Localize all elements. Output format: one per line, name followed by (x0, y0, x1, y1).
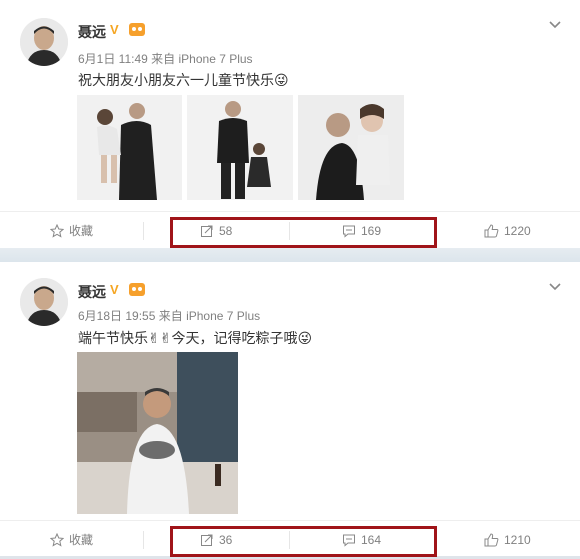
post-date[interactable]: 6月1日 11:49 (78, 52, 148, 66)
highlight-box (170, 526, 437, 557)
post-text: 端午节快乐✌✌今天，记得吃粽子哦😜 (78, 330, 313, 346)
divider (143, 531, 144, 549)
avatar[interactable] (20, 278, 68, 326)
post-card: 聂远 V 6月18日 19:55 来自 iPhone 7 Plus 端午节快乐✌… (0, 262, 580, 559)
post-photo[interactable] (77, 352, 238, 514)
post-source: 来自 iPhone 7 Plus (158, 309, 261, 323)
favorite-label: 收藏 (69, 224, 94, 238)
post-separator (0, 248, 580, 262)
post-meta: 6月1日 11:49 来自 iPhone 7 Plus (78, 50, 253, 67)
user-name[interactable]: 聂远 (78, 282, 106, 302)
star-icon (50, 224, 64, 238)
favorite-label: 收藏 (69, 533, 94, 547)
like-count: 1210 (504, 533, 531, 547)
thumbs-up-icon (484, 224, 499, 238)
like-button[interactable]: 1210 (484, 521, 531, 559)
post-source: 来自 iPhone 7 Plus (151, 52, 253, 66)
like-button[interactable]: 1220 (484, 212, 531, 250)
member-badge-icon (129, 283, 145, 296)
post-meta: 6月18日 19:55 来自 iPhone 7 Plus (78, 307, 260, 324)
chevron-down-icon[interactable] (548, 280, 562, 294)
avatar[interactable] (20, 18, 68, 66)
star-icon (50, 533, 64, 547)
chevron-down-icon[interactable] (548, 18, 562, 32)
verified-icon: V (110, 22, 119, 37)
action-bar: 收藏 36 164 1210 (0, 520, 580, 559)
post-photo[interactable] (298, 95, 404, 200)
member-badge-icon (129, 23, 145, 36)
post-card: 聂远 V 6月1日 11:49 来自 iPhone 7 Plus 祝大朋友小朋友… (0, 0, 580, 248)
action-bar: 收藏 58 169 1220 (0, 211, 580, 250)
post-date[interactable]: 6月18日 19:55 (78, 309, 155, 323)
divider (143, 222, 144, 240)
post-photo[interactable] (77, 95, 182, 200)
post-text: 祝大朋友小朋友六一儿童节快乐😜 (78, 72, 289, 88)
verified-icon: V (110, 282, 119, 297)
user-name[interactable]: 聂远 (78, 22, 106, 42)
thumbs-up-icon (484, 533, 499, 547)
like-count: 1220 (504, 224, 531, 238)
highlight-box (170, 217, 437, 248)
post-photo[interactable] (187, 95, 293, 200)
favorite-button[interactable]: 收藏 (50, 521, 93, 559)
favorite-button[interactable]: 收藏 (50, 212, 93, 250)
